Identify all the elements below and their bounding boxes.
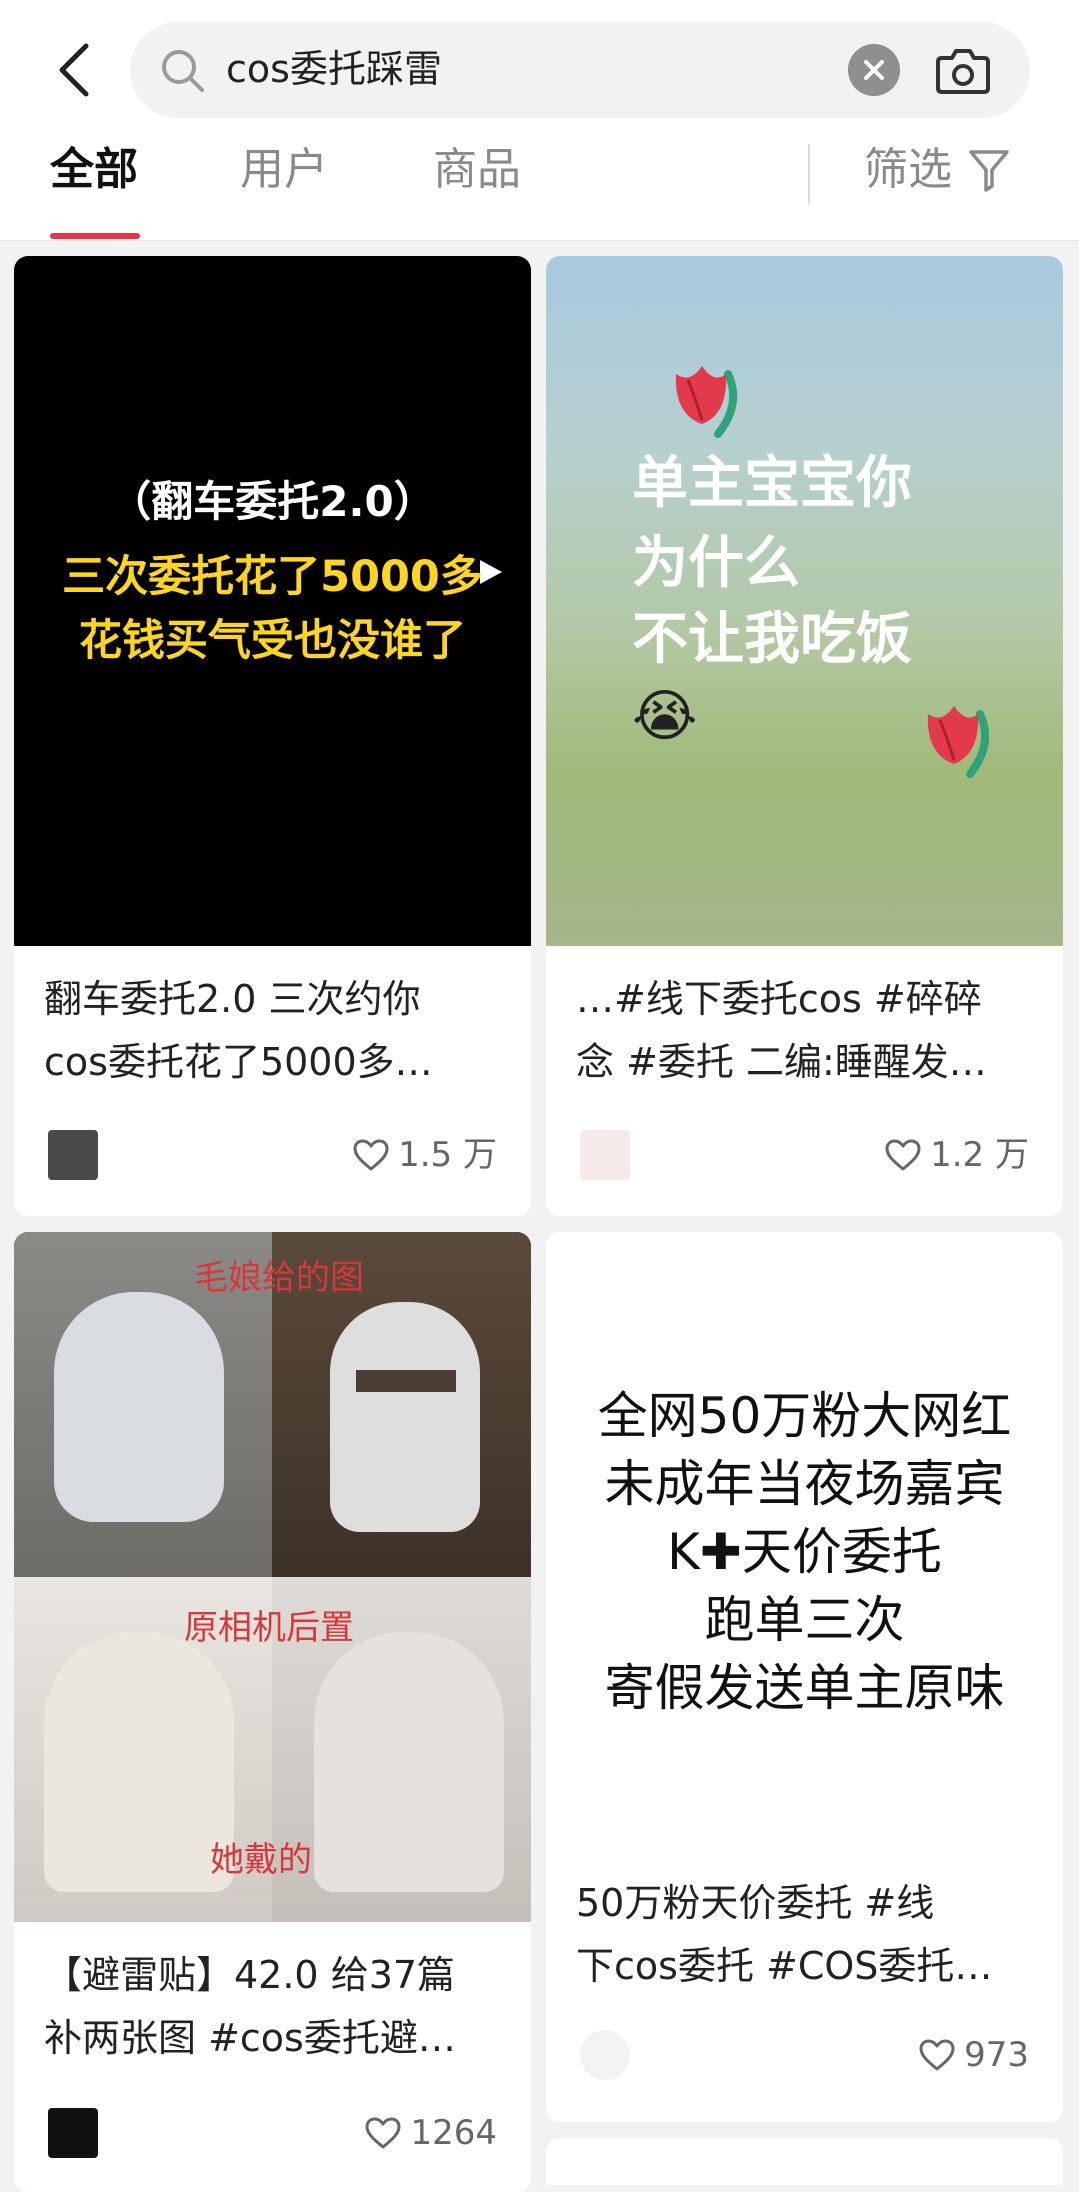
result-card-5-partial[interactable] [546,2138,1063,2185]
back-arrow-icon[interactable] [50,40,110,100]
card-4-cover-line-3: K✚天价委托 [667,1523,942,1581]
card-1-cover-line-1: 三次委托花了5000多 [62,552,483,602]
blindfold [356,1370,456,1392]
like-count[interactable]: 973 [918,2030,1029,2080]
result-card-1[interactable]: （翻车委托2.0） 三次委托花了5000多 花钱买气受也没谁了 翻车委托2.0 … [14,256,531,1216]
author-avatar[interactable] [48,2108,98,2158]
top-bar: cos委托踩雷 全部 用户 商品 筛选 [0,0,1079,241]
card-4-cover: 全网50万粉大网红 未成年当夜场嘉宾 K✚天价委托 跑单三次 寄假发送单主原味 [546,1232,1063,1852]
tab-users[interactable]: 用户 [240,140,328,200]
caption-line: 50万粉天价委托 #线 [576,1881,935,1925]
author-avatar[interactable] [580,1130,630,1180]
camera-search-icon[interactable] [934,42,992,98]
card-4-caption: 50万粉天价委托 #线 下cos委托 #COS委托… [576,1872,1033,1998]
card-2-cover-line-1: 单主宝宝你 [632,451,912,516]
photo-label: 毛娘给的图 [194,1258,364,1298]
like-count-value: 1264 [410,2113,497,2153]
card-1-caption: 翻车委托2.0 三次约你 cos委托花了5000多… [44,968,501,1094]
result-card-3[interactable]: 毛娘给的图 原相机后置 她戴的 【避雷贴】42.0 给37篇 补两张图 #cos… [14,1232,531,2192]
like-count[interactable]: 1.5 万 [352,1130,497,1180]
wig-photo [54,1292,224,1522]
heart-icon [885,1139,921,1171]
search-icon [162,50,204,92]
result-card-4[interactable]: 全网50万粉大网红 未成年当夜场嘉宾 K✚天价委托 跑单三次 寄假发送单主原味 … [546,1232,1063,2122]
wig-photo [330,1302,480,1532]
photo-label: 她戴的 [210,1840,312,1880]
card-4-cover-line-5: 寄假发送单主原味 [604,1659,1005,1717]
card-4-cover-line-2: 未成年当夜场嘉宾 [604,1455,1005,1513]
heart-icon [353,1139,389,1171]
crying-emoji: 😭 [632,684,698,749]
filter-label: 筛选 [864,144,952,195]
caption-line: 念 #委托 二编:睡醒发… [576,1040,987,1084]
caption-line: cos委托花了5000多… [44,1040,433,1084]
card-3-caption: 【避雷贴】42.0 给37篇 补两张图 #cos委托避… [44,1944,501,2070]
tab-products[interactable]: 商品 [433,140,521,200]
filter-button[interactable]: 筛选 [864,140,1010,200]
like-count-value: 1.2 万 [930,1135,1029,1175]
like-count-value: 1.5 万 [398,1135,497,1175]
tab-divider [808,144,810,204]
author-avatar[interactable] [580,2030,630,2080]
clear-search-icon[interactable] [848,44,900,96]
heart-icon [365,2117,401,2149]
caption-line: 补两张图 #cos委托避… [44,2016,456,2060]
card-2-cover: 单主宝宝你 为什么 不让我吃饭 😭 [546,256,1063,946]
caption-line: 下cos委托 #COS委托… [576,1944,993,1988]
card-2-caption: …#线下委托cos #碎碎 念 #委托 二编:睡醒发… [576,968,1033,1094]
like-count-value: 973 [964,2035,1029,2075]
filter-funnel-icon [969,150,1009,192]
photo-label: 原相机后置 [184,1608,354,1648]
wig-photo [44,1632,234,1892]
heart-icon [919,2039,955,2071]
card-1-cover-title: （翻车委托2.0） [109,477,436,526]
tulip-icon [675,366,738,438]
caption-line: …#线下委托cos #碎碎 [576,977,982,1021]
card-3-cover: 毛娘给的图 原相机后置 她戴的 [14,1232,531,1922]
active-tab-indicator [50,233,140,239]
author-avatar[interactable] [48,1130,98,1180]
card-4-cover-line-4: 跑单三次 [704,1591,905,1649]
like-count[interactable]: 1264 [364,2108,497,2158]
tulip-icon [927,706,990,778]
card-4-cover-line-1: 全网50万粉大网红 [597,1387,1012,1445]
card-1-cover: （翻车委托2.0） 三次委托花了5000多 花钱买气受也没谁了 [14,256,531,946]
like-count[interactable]: 1.2 万 [884,1130,1029,1180]
card-1-cover-line-2: 花钱买气受也没谁了 [79,616,466,666]
search-bar[interactable]: cos委托踩雷 [130,22,1030,118]
card-2-cover-line-2: 为什么 [632,531,800,596]
tab-all[interactable]: 全部 [50,140,138,200]
caption-line: 【避雷贴】42.0 给37篇 [44,1953,456,1997]
caption-line: 翻车委托2.0 三次约你 [44,977,421,1021]
card-2-cover-line-3: 不让我吃饭 [632,607,912,672]
result-card-2[interactable]: 单主宝宝你 为什么 不让我吃饭 😭 …#线下委托cos #碎碎 念 #委托 二编… [546,256,1063,1216]
wig-photo [314,1632,504,1892]
search-input[interactable]: cos委托踩雷 [226,44,442,94]
